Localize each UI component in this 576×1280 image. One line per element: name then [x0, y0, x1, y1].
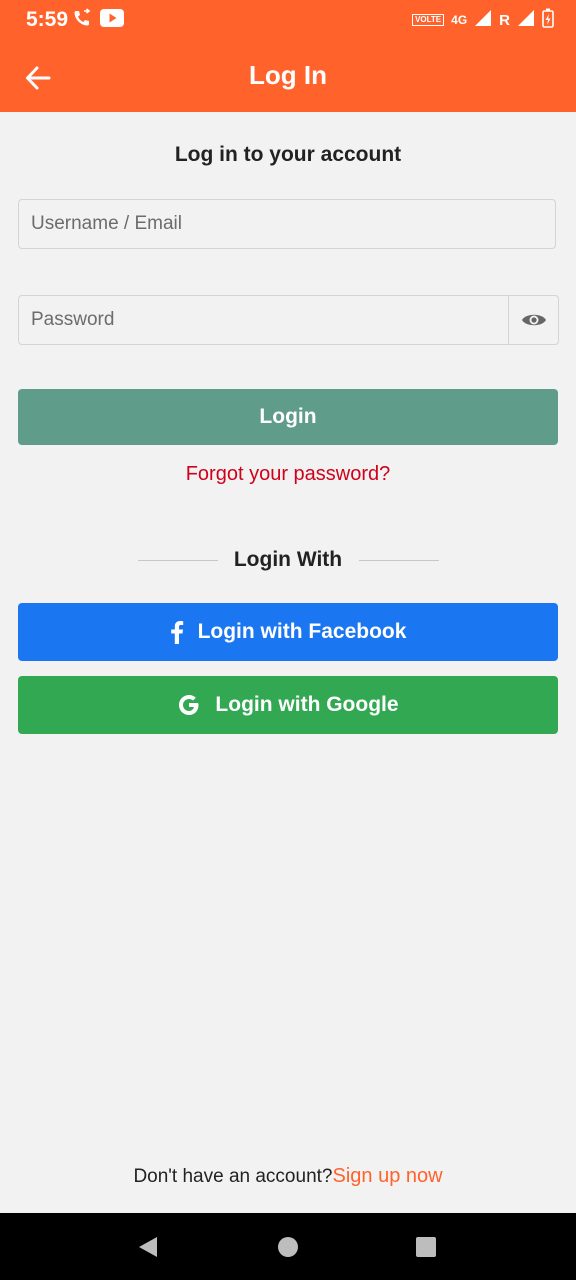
- system-nav-bar: [0, 1213, 576, 1280]
- facebook-login-button[interactable]: Login with Facebook: [18, 603, 558, 661]
- signal-icon-2: [517, 9, 535, 31]
- eye-icon: [521, 314, 546, 326]
- google-login-label: Login with Google: [215, 693, 399, 716]
- facebook-login-label: Login with Facebook: [197, 620, 407, 643]
- battery-charging-icon: [542, 8, 554, 32]
- home-circle-icon: [278, 1237, 298, 1257]
- username-field[interactable]: [18, 199, 556, 249]
- back-triangle-icon: [139, 1237, 157, 1257]
- nav-recents-button[interactable]: [412, 1233, 440, 1261]
- nav-back-button[interactable]: [134, 1233, 162, 1261]
- facebook-icon: [170, 620, 184, 644]
- password-field[interactable]: [18, 295, 559, 345]
- form-heading: Log in to your account: [174, 143, 402, 166]
- youtube-icon: [100, 9, 124, 32]
- password-visibility-toggle[interactable]: [508, 296, 558, 344]
- login-with-divider: Login With: [0, 548, 576, 574]
- page-title: Log In: [249, 60, 327, 90]
- top-bar: 5:59 VOLTE 4G R Log In: [0, 0, 576, 112]
- password-input[interactable]: [19, 296, 508, 344]
- signup-prompt-text: Don't have an account?: [133, 1166, 333, 1187]
- status-time: 5:59: [26, 8, 69, 31]
- status-notification-icons: [72, 8, 124, 33]
- divider-line-right: [359, 560, 439, 561]
- nav-home-button[interactable]: [274, 1233, 302, 1261]
- phone-forward-icon: [72, 8, 92, 33]
- login-button[interactable]: Login: [18, 389, 558, 445]
- divider-label: Login With: [233, 548, 343, 571]
- recents-square-icon: [416, 1237, 436, 1257]
- google-icon: [177, 693, 201, 717]
- signal-icon: [474, 9, 492, 31]
- signup-prompt: Don't have an account?Sign up now: [0, 1165, 576, 1188]
- status-bar: 5:59 VOLTE 4G R: [0, 0, 576, 42]
- volte-badge: VOLTE: [412, 14, 445, 26]
- google-login-button[interactable]: Login with Google: [18, 676, 558, 734]
- network-type: 4G: [451, 13, 468, 27]
- username-input[interactable]: [19, 200, 555, 248]
- forgot-password-link[interactable]: Forgot your password?: [0, 463, 576, 486]
- roaming-indicator: R: [499, 11, 510, 29]
- signup-link[interactable]: Sign up now: [332, 1165, 442, 1187]
- status-system-icons: VOLTE 4G R: [412, 8, 554, 32]
